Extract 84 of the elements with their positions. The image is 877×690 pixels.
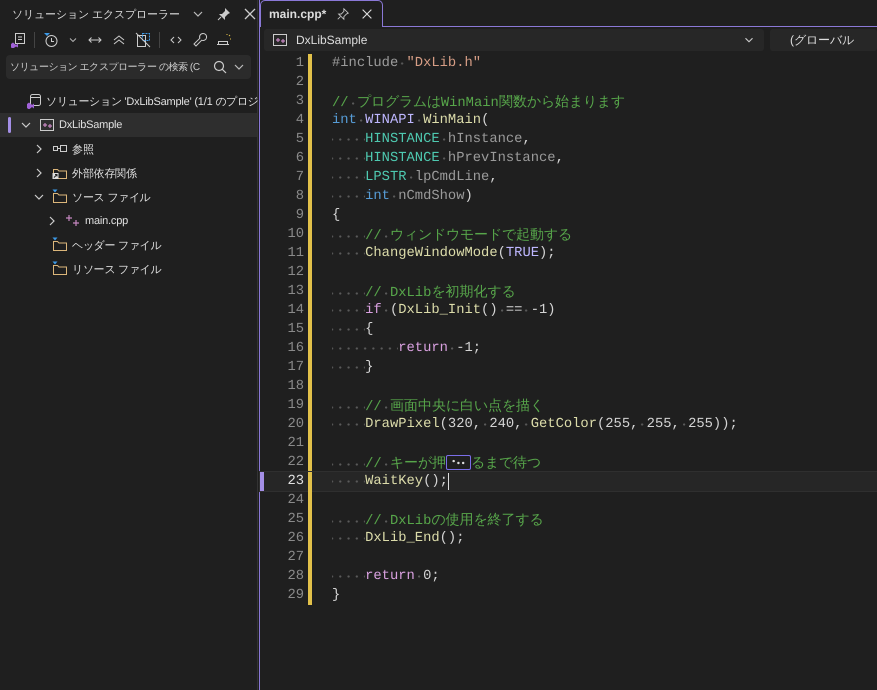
code-text: WaitKey(); xyxy=(332,474,448,489)
line-number: 2 xyxy=(294,75,304,90)
line-number: 16 xyxy=(286,341,304,356)
code-text: // 画面中央に白い点を描く xyxy=(332,396,544,414)
line-number: 11 xyxy=(286,246,304,261)
line-number: 28 xyxy=(286,569,304,584)
line-number: 7 xyxy=(294,170,304,185)
tree-item[interactable]: DxLibSample xyxy=(0,113,257,137)
line-number: 19 xyxy=(286,398,304,413)
tree-item[interactable]: ヘッダー ファイル xyxy=(0,233,257,257)
code-text: HINSTANCE hInstance, xyxy=(332,132,531,147)
line-number: 17 xyxy=(286,360,304,375)
code-text: LPSTR lpCmdLine, xyxy=(332,170,498,185)
line-number: 29 xyxy=(286,588,304,603)
ellipsis-hint-icon[interactable] xyxy=(446,455,471,470)
line-number: 14 xyxy=(286,303,304,318)
panel-title: ソリューション エクスプローラー xyxy=(12,8,180,22)
history-icon[interactable] xyxy=(43,32,59,48)
code-text: } xyxy=(332,588,340,603)
code-text: } xyxy=(332,360,374,375)
project-dropdown[interactable]: DxLibSample xyxy=(264,29,764,51)
line-number: 10 xyxy=(286,227,304,242)
folder-icon xyxy=(52,237,68,253)
tree-item[interactable]: ソース ファイル xyxy=(0,185,257,209)
code-text: ChangeWindowMode(TRUE); xyxy=(332,246,556,261)
wrench-icon[interactable] xyxy=(192,32,208,48)
code-text: #include "DxLib.h" xyxy=(332,56,482,71)
line-number: 24 xyxy=(286,493,304,508)
scope-dropdown[interactable]: (グローバル xyxy=(770,29,877,51)
pin-icon[interactable] xyxy=(216,6,232,22)
line-number: 15 xyxy=(286,322,304,337)
line-number: 4 xyxy=(294,113,304,128)
code-text: int nCmdShow) xyxy=(332,189,473,204)
line-number: 18 xyxy=(286,379,304,394)
line-number: 27 xyxy=(286,550,304,565)
code-text: if (DxLib_Init() == -1) xyxy=(332,303,556,318)
folder-icon xyxy=(52,261,68,277)
code-text: // キーが押 xyxy=(332,454,446,472)
line-number: 5 xyxy=(294,132,304,147)
solution-icon xyxy=(26,93,42,109)
line-number: 12 xyxy=(286,265,304,280)
tree-item[interactable]: main.cpp xyxy=(0,209,257,233)
line-number: 8 xyxy=(294,189,304,204)
code-text: // ウィンドウモードで起動する xyxy=(332,226,572,244)
pin-icon[interactable] xyxy=(336,7,350,21)
code-text: DrawPixel(320, 240, GetColor(255, 255, 255)); xyxy=(332,417,738,432)
code-text: DxLib_End(); xyxy=(332,531,464,546)
line-number: 20 xyxy=(286,417,304,432)
code-text: return -1; xyxy=(332,341,482,356)
code-text: int WINAPI WinMain( xyxy=(332,113,490,128)
tree-item[interactable]: ソリューション 'DxLibSample' (1/1 のプロジ xyxy=(0,89,257,113)
code-text: るまで待つ xyxy=(470,454,541,472)
line-number: 22 xyxy=(286,455,304,470)
project-icon xyxy=(272,32,288,48)
tree-item[interactable]: 外部依存関係 xyxy=(0,161,257,185)
editor-tab[interactable]: main.cpp* xyxy=(260,0,384,27)
line-number: 21 xyxy=(286,436,304,451)
preview-icon[interactable] xyxy=(216,32,232,48)
close-icon[interactable] xyxy=(242,6,258,22)
tree-item[interactable]: 参照 xyxy=(0,137,257,161)
line-number: 1 xyxy=(294,56,304,71)
code-text: { xyxy=(332,322,374,337)
tree-item[interactable]: リソース ファイル xyxy=(0,257,257,281)
folder-icon xyxy=(52,189,68,205)
code-text: HINSTANCE hPrevInstance, xyxy=(332,151,564,166)
text-cursor xyxy=(448,473,450,490)
line-number: 9 xyxy=(294,208,304,223)
solution-view-icon[interactable] xyxy=(10,32,26,48)
code-text: { xyxy=(332,208,340,223)
line-number: 26 xyxy=(286,531,304,546)
line-number: 13 xyxy=(286,284,304,299)
code-text: return 0; xyxy=(332,569,440,584)
close-icon[interactable] xyxy=(360,7,374,21)
show-all-files-icon[interactable] xyxy=(135,32,151,48)
code-text: // DxLibを初期化する xyxy=(332,282,516,300)
code-text: // DxLibの使用を終了する xyxy=(332,510,544,528)
line-number: 3 xyxy=(294,94,304,109)
line-number: 6 xyxy=(294,151,304,166)
line-number: 25 xyxy=(286,512,304,527)
search-icon[interactable] xyxy=(212,59,228,75)
code-text: // プログラムはWinMain関数から始まります xyxy=(332,93,625,110)
project-icon xyxy=(39,117,55,133)
cpp-file-icon xyxy=(65,213,81,229)
line-number: 23 xyxy=(286,474,304,489)
